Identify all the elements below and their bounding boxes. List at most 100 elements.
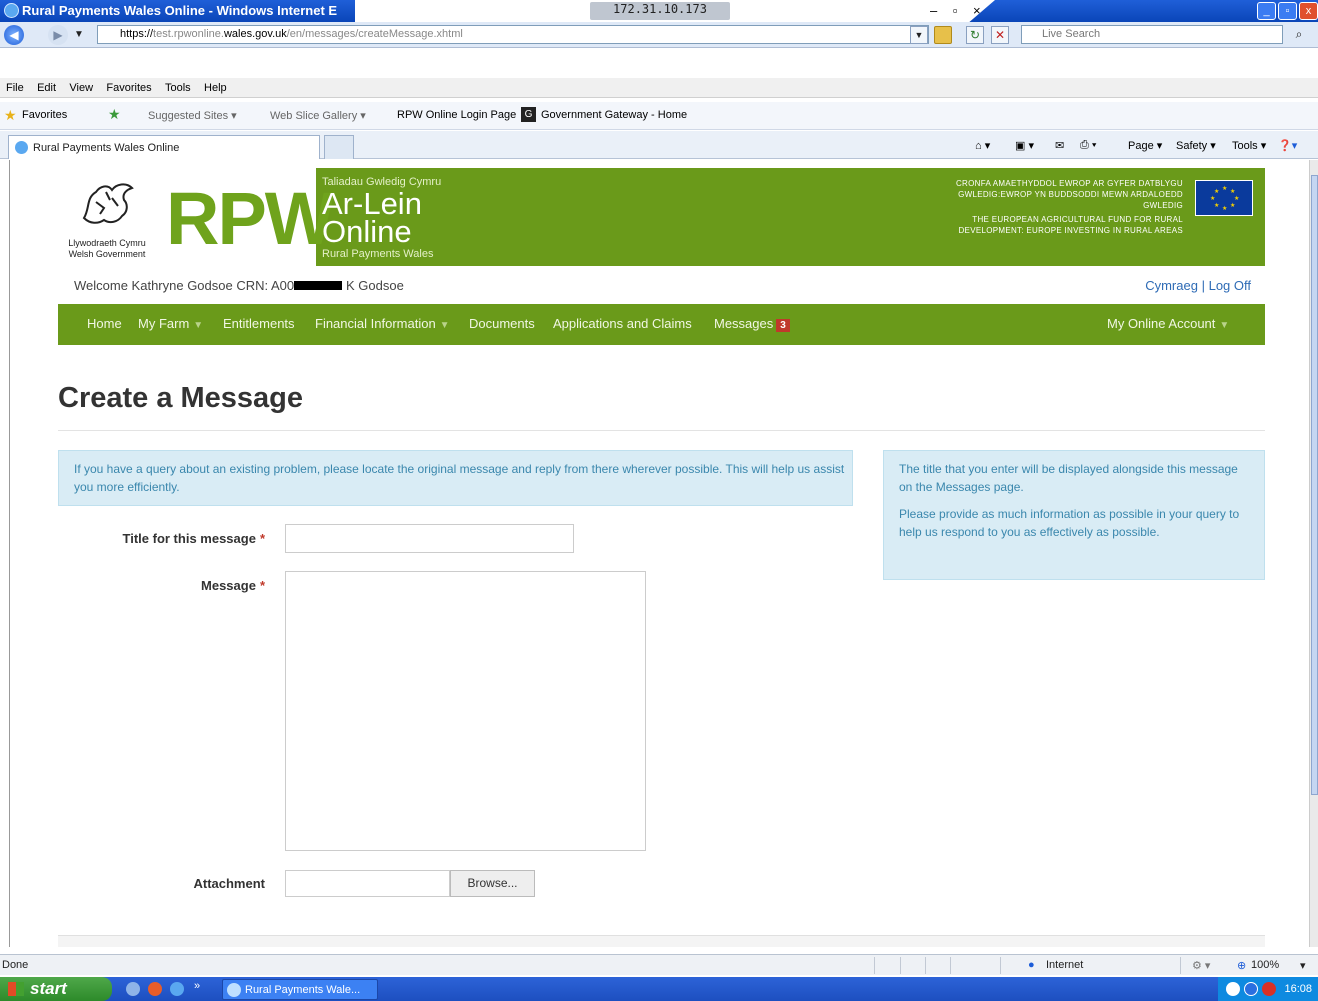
start-button[interactable]: start — [0, 977, 112, 1001]
menu-favorites[interactable]: Favorites — [106, 78, 151, 98]
redaction-block — [294, 281, 342, 290]
chevron-down-icon: ▼ — [439, 320, 450, 331]
restore-button[interactable]: ▫ — [1278, 2, 1297, 20]
page-menu[interactable]: Page ▾ — [1128, 139, 1162, 152]
quicklaunch-expand-icon[interactable]: » — [194, 980, 200, 992]
quicklaunch-chrome-icon[interactable] — [148, 982, 162, 996]
required-marker: * — [259, 531, 265, 546]
close-button[interactable]: x — [1299, 2, 1318, 20]
status-divider — [874, 957, 875, 974]
browse-button[interactable]: Browse... — [450, 870, 535, 897]
nav-entitlements[interactable]: Entitlements — [223, 316, 295, 331]
history-dropdown-icon[interactable]: ▼ — [74, 29, 84, 40]
tray-security-icon[interactable] — [1262, 982, 1276, 996]
menu-file[interactable]: File — [6, 78, 24, 98]
feeds-icon[interactable]: ▣ ▾ — [1015, 139, 1034, 152]
refresh-icon[interactable]: ↻ — [966, 26, 984, 44]
tab-rural-payments[interactable]: Rural Payments Wales Online — [8, 135, 320, 159]
help-icon[interactable]: ❓▾ — [1278, 139, 1297, 152]
welsh-language-link[interactable]: Cymraeg — [1145, 278, 1198, 293]
status-divider — [900, 957, 901, 974]
address-dropdown-icon[interactable]: ▼ — [910, 26, 928, 44]
message-title-input[interactable] — [285, 524, 574, 553]
address-field[interactable]: https://test.rpwonline.wales.gov.uk/en/m… — [97, 25, 929, 44]
vertical-scrollbar[interactable] — [1309, 160, 1318, 947]
fav-government-gateway[interactable]: Government Gateway - Home — [541, 109, 687, 121]
tray-back-icon[interactable] — [1226, 982, 1240, 996]
status-divider — [950, 957, 951, 974]
welcome-bar: Welcome Kathryne Godsoe CRN: A00 K Godso… — [58, 274, 1265, 298]
remote-window-controls[interactable]: ‒ ▫ × — [930, 3, 987, 18]
tray-network-icon[interactable] — [1244, 982, 1258, 996]
attachment-path-input[interactable] — [285, 870, 450, 897]
status-bar: Done ● Internet ⚙ ▾ ⊕ 100% ▾ — [0, 954, 1318, 975]
attachment-label: Attachment — [193, 876, 265, 891]
scrollbar-thumb[interactable] — [1311, 175, 1318, 795]
nav-my-online-account[interactable]: My Online Account ▼ — [1107, 316, 1229, 331]
form-footer — [58, 935, 1265, 947]
quicklaunch-app-icon[interactable] — [126, 982, 140, 996]
nav-applications-claims[interactable]: Applications and Claims — [553, 316, 692, 331]
search-input[interactable]: Live Search — [1021, 25, 1283, 44]
window-title: Rural Payments Wales Online - Windows In… — [22, 3, 338, 18]
mail-icon[interactable]: ✉ — [1055, 139, 1064, 152]
address-toolbar: ◀ ▶ ▼ https://test.rpwonline.wales.gov.u… — [0, 22, 1318, 48]
nav-documents[interactable]: Documents — [469, 316, 535, 331]
safety-menu[interactable]: Safety ▾ — [1176, 139, 1216, 152]
info-alert-right: The title that you enter will be display… — [883, 450, 1265, 580]
log-off-link[interactable]: Log Off — [1209, 278, 1251, 293]
nav-account-label: My Online Account — [1107, 316, 1216, 331]
dragon-icon — [82, 183, 134, 224]
favorites-button[interactable]: Favorites — [22, 109, 67, 121]
zoom-dropdown-icon[interactable]: ▾ — [1300, 959, 1306, 972]
search-icon[interactable]: ⌕ — [1290, 26, 1308, 44]
message-textarea[interactable] — [285, 571, 646, 851]
chevron-down-icon: ▼ — [1219, 320, 1230, 331]
ie-tab-icon — [15, 141, 28, 154]
forward-icon[interactable]: ▶ — [48, 25, 68, 45]
message-field-label: Message * — [58, 578, 265, 593]
minimize-button[interactable]: _ — [1257, 2, 1276, 20]
title-field-label: Title for this message * — [58, 531, 265, 546]
info-title-help: The title that you enter will be display… — [899, 462, 1238, 494]
fav-suggested-sites[interactable]: Suggested Sites ▾ — [148, 109, 237, 122]
back-icon[interactable]: ◀ — [4, 25, 24, 45]
page-viewport: Llywodraeth Cymru Welsh Government RPW T… — [9, 160, 1309, 947]
menu-tools[interactable]: Tools — [165, 78, 191, 98]
brand-title: Ar-Lein Online — [322, 184, 422, 247]
ie-task-icon — [227, 983, 241, 997]
eu-fund-welsh: CRONFA AMAETHYDDOL EWROP AR GYFER DATBLY… — [955, 179, 1183, 210]
new-tab-button[interactable] — [324, 135, 354, 159]
taskbar-item-ie[interactable]: Rural Payments Wale... — [222, 979, 378, 1000]
nav-financial-information[interactable]: Financial Information ▼ — [315, 316, 450, 331]
home-icon[interactable]: ⌂ ▾ — [975, 139, 990, 152]
nav-financial-label: Financial Information — [315, 316, 436, 331]
fav-web-slice-gallery[interactable]: Web Slice Gallery ▾ — [270, 109, 366, 122]
nav-messages-label: Messages — [714, 316, 774, 331]
account-links: Cymraeg | Log Off — [1145, 278, 1251, 293]
info-alert-left: If you have a query about an existing pr… — [58, 450, 853, 506]
eu-fund-english: THE EUROPEAN AGRICULTURAL FUND FOR RURAL… — [958, 215, 1183, 235]
stop-icon[interactable]: ✕ — [991, 26, 1009, 44]
chevron-down-icon: ▼ — [193, 320, 204, 331]
nav-home[interactable]: Home — [87, 316, 122, 331]
security-zone: Internet — [1046, 959, 1084, 971]
zoom-level[interactable]: 100% — [1251, 959, 1279, 971]
status-divider — [1180, 957, 1181, 974]
link-separator: | — [1201, 278, 1205, 293]
menu-help[interactable]: Help — [204, 78, 227, 98]
quicklaunch-ie-icon[interactable] — [170, 982, 184, 996]
brand-subtitle: Rural Payments Wales — [322, 248, 434, 260]
print-icon[interactable]: ⎙ ▾ — [1080, 139, 1096, 152]
nav-my-farm[interactable]: My Farm ▼ — [138, 316, 203, 331]
welsh-government-logo[interactable]: Llywodraeth Cymru Welsh Government — [58, 168, 156, 266]
fav-rpw-login[interactable]: RPW Online Login Page — [397, 109, 516, 121]
menu-edit[interactable]: Edit — [37, 78, 56, 98]
nav-messages[interactable]: Messages 3 — [714, 316, 790, 332]
lock-icon[interactable] — [934, 26, 952, 44]
tools-menu[interactable]: Tools ▾ — [1232, 139, 1266, 152]
menu-view[interactable]: View — [69, 78, 93, 98]
rpw-logo[interactable]: RPW — [166, 178, 335, 260]
add-favorite-icon[interactable]: ★ — [108, 106, 121, 123]
protected-mode-icon[interactable]: ⚙ ▾ — [1192, 959, 1210, 972]
